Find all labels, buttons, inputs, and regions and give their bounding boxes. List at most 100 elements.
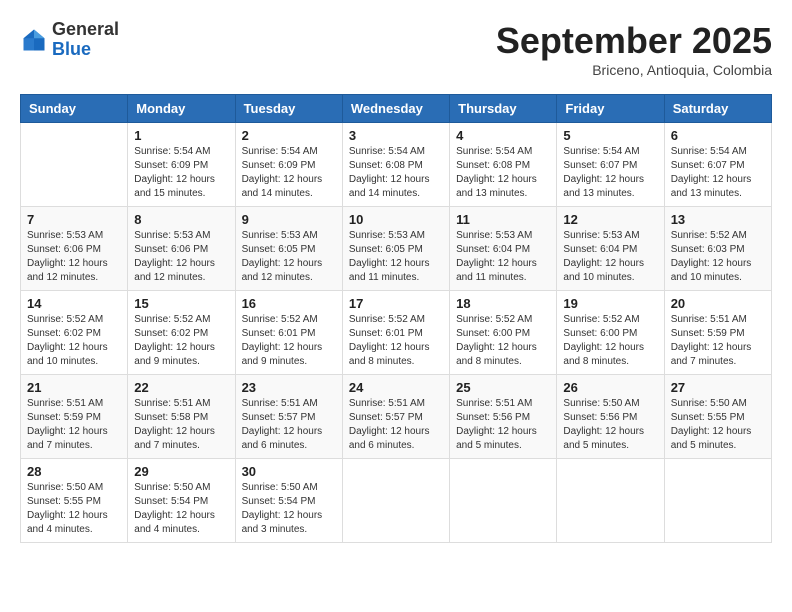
calendar-cell: 19 Sunrise: 5:52 AM Sunset: 6:00 PM Dayli… [557, 291, 664, 375]
calendar-cell: 27 Sunrise: 5:50 AM Sunset: 5:55 PM Dayli… [664, 375, 771, 459]
day-info: Sunrise: 5:52 AM Sunset: 6:00 PM Dayligh… [563, 313, 657, 369]
day-number: 28 [27, 464, 121, 479]
calendar-cell: 24 Sunrise: 5:51 AM Sunset: 5:57 PM Dayli… [342, 375, 449, 459]
day-number: 23 [242, 380, 336, 395]
logo-text: General Blue [52, 20, 119, 60]
calendar-week-row: 21 Sunrise: 5:51 AM Sunset: 5:59 PM Dayli… [21, 375, 772, 459]
day-info: Sunrise: 5:51 AM Sunset: 5:58 PM Dayligh… [134, 397, 228, 453]
calendar-cell [342, 459, 449, 543]
calendar-cell: 28 Sunrise: 5:50 AM Sunset: 5:55 PM Dayli… [21, 459, 128, 543]
day-header-saturday: Saturday [664, 95, 771, 123]
day-info: Sunrise: 5:53 AM Sunset: 6:05 PM Dayligh… [242, 229, 336, 285]
day-info: Sunrise: 5:51 AM Sunset: 5:59 PM Dayligh… [27, 397, 121, 453]
logo-icon [20, 26, 48, 54]
calendar-week-row: 7 Sunrise: 5:53 AM Sunset: 6:06 PM Daylig… [21, 207, 772, 291]
day-header-monday: Monday [128, 95, 235, 123]
day-info: Sunrise: 5:51 AM Sunset: 5:57 PM Dayligh… [349, 397, 443, 453]
day-info: Sunrise: 5:51 AM Sunset: 5:56 PM Dayligh… [456, 397, 550, 453]
calendar-cell: 5Sunrise: 5:54 AM Sunset: 6:07 PM Daylig… [557, 123, 664, 207]
calendar-cell: 30 Sunrise: 5:50 AM Sunset: 5:54 PM Dayli… [235, 459, 342, 543]
day-info: Sunrise: 5:53 AM Sunset: 6:06 PM Dayligh… [27, 229, 121, 285]
day-info: Sunrise: 5:53 AM Sunset: 6:04 PM Dayligh… [563, 229, 657, 285]
day-header-tuesday: Tuesday [235, 95, 342, 123]
day-number: 21 [27, 380, 121, 395]
day-info: Sunrise: 5:54 AM Sunset: 6:09 PM Dayligh… [134, 145, 228, 201]
day-number: 8 [134, 212, 228, 227]
day-info: Sunrise: 5:50 AM Sunset: 5:55 PM Dayligh… [27, 481, 121, 537]
title-block: September 2025 Briceno, Antioquia, Colom… [496, 20, 772, 78]
day-info: Sunrise: 5:52 AM Sunset: 6:00 PM Dayligh… [456, 313, 550, 369]
day-number: 20 [671, 296, 765, 311]
calendar-cell: 18 Sunrise: 5:52 AM Sunset: 6:00 PM Dayli… [450, 291, 557, 375]
day-number: 26 [563, 380, 657, 395]
day-info: Sunrise: 5:50 AM Sunset: 5:54 PM Dayligh… [242, 481, 336, 537]
calendar-cell: 23 Sunrise: 5:51 AM Sunset: 5:57 PM Dayli… [235, 375, 342, 459]
calendar-cell: 3 Sunrise: 5:54 AM Sunset: 6:08 PM Daylig… [342, 123, 449, 207]
calendar-cell: 14Sunrise: 5:52 AM Sunset: 6:02 PM Dayli… [21, 291, 128, 375]
day-number: 24 [349, 380, 443, 395]
calendar-cell: 25 Sunrise: 5:51 AM Sunset: 5:56 PM Dayli… [450, 375, 557, 459]
day-info: Sunrise: 5:51 AM Sunset: 5:57 PM Dayligh… [242, 397, 336, 453]
day-info: Sunrise: 5:54 AM Sunset: 6:07 PM Dayligh… [563, 145, 657, 201]
calendar-cell: 2Sunrise: 5:54 AM Sunset: 6:09 PM Daylig… [235, 123, 342, 207]
calendar-cell: 11 Sunrise: 5:53 AM Sunset: 6:04 PM Dayli… [450, 207, 557, 291]
calendar-cell: 10 Sunrise: 5:53 AM Sunset: 6:05 PM Dayli… [342, 207, 449, 291]
calendar-cell: 26 Sunrise: 5:50 AM Sunset: 5:56 PM Dayli… [557, 375, 664, 459]
calendar-cell: 21 Sunrise: 5:51 AM Sunset: 5:59 PM Dayli… [21, 375, 128, 459]
day-number: 15 [134, 296, 228, 311]
day-info: Sunrise: 5:50 AM Sunset: 5:56 PM Dayligh… [563, 397, 657, 453]
day-info: Sunrise: 5:54 AM Sunset: 6:07 PM Dayligh… [671, 145, 765, 201]
day-info: Sunrise: 5:54 AM Sunset: 6:09 PM Dayligh… [242, 145, 336, 201]
calendar-cell [557, 459, 664, 543]
day-number: 29 [134, 464, 228, 479]
day-number: 27 [671, 380, 765, 395]
day-number: 19 [563, 296, 657, 311]
calendar-cell: 13Sunrise: 5:52 AM Sunset: 6:03 PM Dayli… [664, 207, 771, 291]
day-number: 9 [242, 212, 336, 227]
day-number: 25 [456, 380, 550, 395]
day-info: Sunrise: 5:52 AM Sunset: 6:01 PM Dayligh… [242, 313, 336, 369]
day-number: 3 [349, 128, 443, 143]
day-number: 6 [671, 128, 765, 143]
calendar-cell: 6 Sunrise: 5:54 AM Sunset: 6:07 PM Daylig… [664, 123, 771, 207]
day-info: Sunrise: 5:53 AM Sunset: 6:04 PM Dayligh… [456, 229, 550, 285]
calendar-header-row: SundayMondayTuesdayWednesdayThursdayFrid… [21, 95, 772, 123]
day-header-sunday: Sunday [21, 95, 128, 123]
day-number: 18 [456, 296, 550, 311]
calendar-cell: 16Sunrise: 5:52 AM Sunset: 6:01 PM Dayli… [235, 291, 342, 375]
calendar-week-row: 1 Sunrise: 5:54 AM Sunset: 6:09 PM Daylig… [21, 123, 772, 207]
day-info: Sunrise: 5:52 AM Sunset: 6:01 PM Dayligh… [349, 313, 443, 369]
day-header-wednesday: Wednesday [342, 95, 449, 123]
day-info: Sunrise: 5:52 AM Sunset: 6:02 PM Dayligh… [27, 313, 121, 369]
day-info: Sunrise: 5:50 AM Sunset: 5:55 PM Dayligh… [671, 397, 765, 453]
day-number: 10 [349, 212, 443, 227]
day-number: 17 [349, 296, 443, 311]
day-info: Sunrise: 5:50 AM Sunset: 5:54 PM Dayligh… [134, 481, 228, 537]
calendar-cell: 1 Sunrise: 5:54 AM Sunset: 6:09 PM Daylig… [128, 123, 235, 207]
calendar-cell: 12 Sunrise: 5:53 AM Sunset: 6:04 PM Dayli… [557, 207, 664, 291]
day-number: 13 [671, 212, 765, 227]
calendar-cell: 20 Sunrise: 5:51 AM Sunset: 5:59 PM Dayli… [664, 291, 771, 375]
calendar-cell: 29 Sunrise: 5:50 AM Sunset: 5:54 PM Dayli… [128, 459, 235, 543]
calendar-cell: 7 Sunrise: 5:53 AM Sunset: 6:06 PM Daylig… [21, 207, 128, 291]
day-info: Sunrise: 5:51 AM Sunset: 5:59 PM Dayligh… [671, 313, 765, 369]
day-number: 30 [242, 464, 336, 479]
calendar-cell [664, 459, 771, 543]
calendar-cell: 22Sunrise: 5:51 AM Sunset: 5:58 PM Dayli… [128, 375, 235, 459]
day-number: 1 [134, 128, 228, 143]
page-header: General Blue September 2025 Briceno, Ant… [20, 20, 772, 78]
calendar-cell [450, 459, 557, 543]
day-number: 7 [27, 212, 121, 227]
month-title: September 2025 [496, 20, 772, 62]
day-info: Sunrise: 5:53 AM Sunset: 6:05 PM Dayligh… [349, 229, 443, 285]
day-number: 12 [563, 212, 657, 227]
logo: General Blue [20, 20, 119, 60]
calendar-week-row: 28 Sunrise: 5:50 AM Sunset: 5:55 PM Dayli… [21, 459, 772, 543]
calendar-cell: 8Sunrise: 5:53 AM Sunset: 6:06 PM Daylig… [128, 207, 235, 291]
day-header-thursday: Thursday [450, 95, 557, 123]
day-info: Sunrise: 5:54 AM Sunset: 6:08 PM Dayligh… [349, 145, 443, 201]
day-info: Sunrise: 5:54 AM Sunset: 6:08 PM Dayligh… [456, 145, 550, 201]
day-number: 11 [456, 212, 550, 227]
calendar-cell: 9 Sunrise: 5:53 AM Sunset: 6:05 PM Daylig… [235, 207, 342, 291]
calendar-cell: 15Sunrise: 5:52 AM Sunset: 6:02 PM Dayli… [128, 291, 235, 375]
